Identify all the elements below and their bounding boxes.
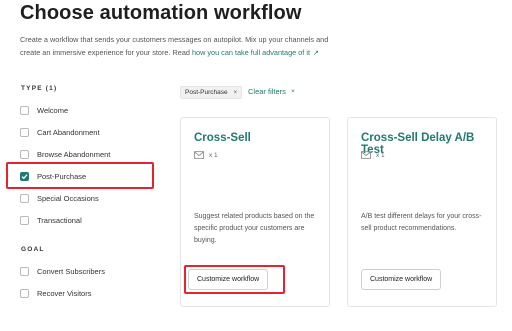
filter-welcome[interactable]: Welcome [20,103,155,117]
checkbox[interactable] [20,105,29,115]
filter-recover-visitors[interactable]: Recover Visitors [20,286,155,300]
chip-label: Post-Purchase [185,89,228,96]
filter-transactional[interactable]: Transactional [20,213,155,227]
customize-workflow-button[interactable]: Customize workflow [361,269,442,290]
email-icon [194,151,204,159]
card-description: A/B test different delays for your cross… [361,213,482,232]
card-description: Suggest related products based on the sp… [194,213,315,244]
filter-label: Transactional [37,215,82,225]
type-filter-heading: TYPE (1) [21,85,58,92]
external-link-icon[interactable]: ↗ [313,50,319,57]
message-count: x 1 [376,151,385,159]
checkbox[interactable] [20,193,29,203]
close-icon: × [290,88,295,95]
filter-convert-subscribers[interactable]: Convert Subscribers [20,264,155,278]
page-description: Create a workflow that sends your custom… [20,33,350,60]
filter-cart-abandonment[interactable]: Cart Abandonment [20,125,155,139]
checkbox[interactable] [20,266,29,276]
clear-filters-label: Clear filters [248,87,286,96]
close-icon[interactable]: × [234,90,238,96]
goal-filter-heading: GOAL [21,246,45,253]
email-icon [361,151,371,159]
card-title: Cross-Sell [194,132,251,144]
filter-label: Special Occasions [37,193,99,203]
filter-label: Recover Visitors [37,288,92,298]
filter-label: Welcome [37,105,69,115]
page-title: Choose automation workflow [20,2,302,24]
message-count: x 1 [209,151,218,159]
filter-browse-abandonment[interactable]: Browse Abandonment [20,147,155,161]
workflow-card-cross-sell-delay: Cross-Sell Delay A/B Test x 1 A/B test d… [347,117,497,307]
filter-special-occasions[interactable]: Special Occasions [20,191,155,205]
filter-label: Cart Abandonment [37,127,100,137]
active-filter-chip: Post-Purchase × [180,86,243,99]
clear-filters-link[interactable]: Clear filters × [248,87,295,96]
learn-more-link[interactable]: how you can take full advantage of it [192,48,310,57]
checkbox[interactable] [20,127,29,137]
filter-label: Convert Subscribers [37,266,105,276]
card-channel-meta: x 1 [194,151,218,159]
checkbox[interactable] [20,149,29,159]
checkbox[interactable] [20,215,29,225]
post-purchase-highlight [6,162,154,189]
filter-label: Browse Abandonment [37,149,111,159]
customize-button-highlight [184,265,285,294]
checkbox[interactable] [20,288,29,298]
card-channel-meta: x 1 [361,151,385,159]
